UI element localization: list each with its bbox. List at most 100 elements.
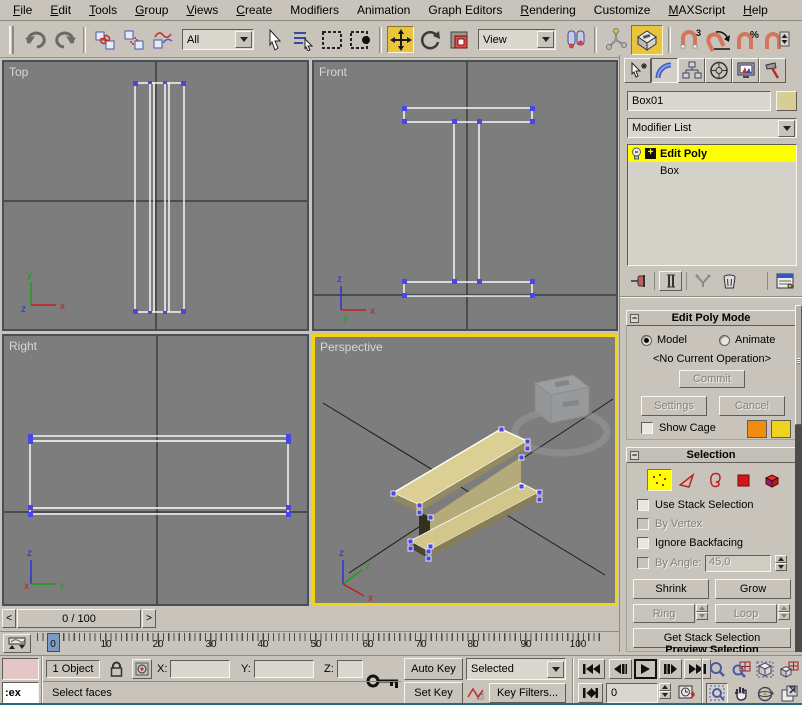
maxscript-listener-macro-pane[interactable] (2, 658, 39, 680)
collapse-icon[interactable]: − (630, 314, 639, 323)
viewport-perspective[interactable]: Perspective (312, 334, 618, 606)
go-to-start-button[interactable] (578, 659, 605, 679)
by-angle-field[interactable]: 45,0 (705, 555, 771, 572)
selection-set-dropdown[interactable]: Selected (466, 658, 566, 680)
maxscript-mini-listener[interactable]: :ex (2, 682, 39, 704)
pan-view-button[interactable] (730, 683, 752, 704)
bind-to-space-warp-button[interactable] (149, 26, 176, 53)
tab-modify[interactable] (651, 58, 678, 83)
grow-button[interactable]: Grow (715, 579, 791, 599)
cage-color-swatch-2[interactable] (771, 420, 791, 438)
menu-animation[interactable]: Animation (348, 0, 419, 20)
menu-modifiers[interactable]: Modifiers (281, 0, 348, 20)
percent-snap-button[interactable]: % (734, 26, 761, 53)
settings-button[interactable]: Settings (641, 396, 707, 416)
select-by-name-button[interactable] (289, 26, 316, 53)
ring-button[interactable]: Ring (633, 604, 695, 623)
menu-views[interactable]: Views (177, 0, 227, 20)
checkbox-icon[interactable] (641, 422, 653, 434)
tab-hierarchy[interactable] (678, 58, 705, 83)
menu-maxscript[interactable]: MAXScript (659, 0, 734, 20)
zoom-all-button[interactable] (730, 659, 752, 680)
time-slider-prev-button[interactable]: < (2, 609, 16, 628)
vertex-subobject-button[interactable] (647, 469, 672, 491)
menu-edit[interactable]: Edit (41, 0, 80, 20)
play-animation-button[interactable] (634, 659, 657, 679)
rollout-edit-poly-mode-header[interactable]: − Edit Poly Mode (626, 310, 796, 326)
absolute-mode-transform-toggle[interactable] (132, 659, 152, 679)
zoom-extents-button[interactable] (754, 659, 776, 680)
ring-spinner[interactable] (696, 604, 708, 620)
y-coord-field[interactable] (254, 660, 314, 678)
rectangular-selection-region-button[interactable] (318, 26, 345, 53)
select-and-move-button[interactable] (387, 26, 414, 53)
use-stack-selection-checkbox[interactable]: Use Stack Selection (637, 499, 753, 511)
dropdown-arrow-icon[interactable] (778, 120, 795, 137)
show-cage-checkbox[interactable]: Show Cage (641, 422, 716, 434)
scrollbar-thumb[interactable] (795, 305, 802, 425)
default-in-out-tangents-button[interactable] (466, 683, 486, 703)
snaps-toggle-button[interactable] (631, 25, 663, 55)
maximize-viewport-toggle-button[interactable] (778, 683, 800, 704)
collapse-icon[interactable]: − (630, 451, 639, 460)
cage-color-swatch-1[interactable] (747, 420, 767, 438)
make-unique-button[interactable] (691, 271, 714, 291)
menu-help[interactable]: Help (734, 0, 777, 20)
open-mini-curve-editor-button[interactable] (3, 634, 31, 653)
modifier-list-dropdown[interactable]: Modifier List (627, 118, 797, 138)
modifier-enabled-bulb-icon[interactable] (630, 147, 643, 161)
key-filters-button[interactable]: Key Filters... (489, 683, 566, 703)
toolbar-drag-handle[interactable] (9, 26, 14, 54)
checkbox-icon[interactable] (637, 537, 649, 549)
select-and-rotate-button[interactable] (416, 26, 443, 53)
viewport-right[interactable]: Right z y x (2, 334, 309, 606)
viewport-top[interactable]: Top y x z (2, 60, 309, 331)
tab-display[interactable] (732, 58, 759, 83)
menu-create[interactable]: Create (227, 0, 281, 20)
dropdown-arrow-icon[interactable] (547, 661, 564, 678)
pin-stack-button[interactable] (627, 271, 650, 291)
region-zoom-button[interactable] (706, 683, 728, 704)
tab-motion[interactable] (705, 58, 732, 83)
unlink-selection-button[interactable] (120, 26, 147, 53)
remove-modifier-button[interactable] (718, 271, 741, 291)
current-frame-field[interactable]: 0 (606, 683, 658, 703)
frame-spinner[interactable] (659, 683, 671, 699)
by-angle-checkbox[interactable]: By Angle: (637, 557, 701, 569)
selection-lock-toggle[interactable] (106, 659, 126, 679)
menu-group[interactable]: Group (126, 0, 177, 20)
checkbox-icon[interactable] (637, 499, 649, 511)
undo-button[interactable] (22, 26, 49, 53)
commit-button[interactable]: Commit (679, 370, 745, 388)
spinner-snap-button[interactable] (763, 26, 790, 53)
redo-button[interactable] (51, 26, 78, 53)
radio-icon[interactable] (719, 335, 730, 346)
loop-button[interactable]: Loop (715, 604, 777, 623)
by-angle-spinner[interactable] (775, 555, 787, 571)
stack-item-edit-poly[interactable]: + Edit Poly (628, 145, 796, 162)
arc-rotate-button[interactable] (754, 683, 776, 704)
radio-icon[interactable] (641, 335, 652, 346)
border-subobject-button[interactable] (703, 469, 728, 491)
tab-utilities[interactable] (759, 58, 786, 83)
reference-coordinate-dropdown[interactable]: View (478, 29, 556, 50)
time-configuration-button[interactable] (676, 683, 698, 703)
window-crossing-toggle-button[interactable] (347, 26, 374, 53)
configure-modifier-sets-button[interactable] (772, 271, 797, 291)
command-panel-scrollbar[interactable] (795, 305, 802, 652)
key-mode-toggle-button[interactable] (578, 683, 603, 703)
element-subobject-button[interactable] (759, 469, 784, 491)
edge-subobject-button[interactable] (675, 469, 700, 491)
model-radio[interactable]: Model (641, 334, 687, 346)
by-vertex-checkbox[interactable]: By Vertex (637, 518, 702, 530)
z-coord-field[interactable] (337, 660, 363, 678)
animate-radio[interactable]: Animate (719, 334, 775, 346)
set-key-button[interactable]: Set Key (404, 682, 463, 704)
show-end-result-button[interactable] (659, 271, 682, 291)
loop-spinner[interactable] (778, 604, 790, 620)
polygon-subobject-button[interactable] (731, 469, 756, 491)
tab-create[interactable] (624, 58, 651, 83)
menu-graph-editors[interactable]: Graph Editors (419, 0, 511, 20)
menu-customize[interactable]: Customize (585, 0, 660, 20)
modifier-stack-list[interactable]: + Edit Poly Box (627, 144, 797, 266)
